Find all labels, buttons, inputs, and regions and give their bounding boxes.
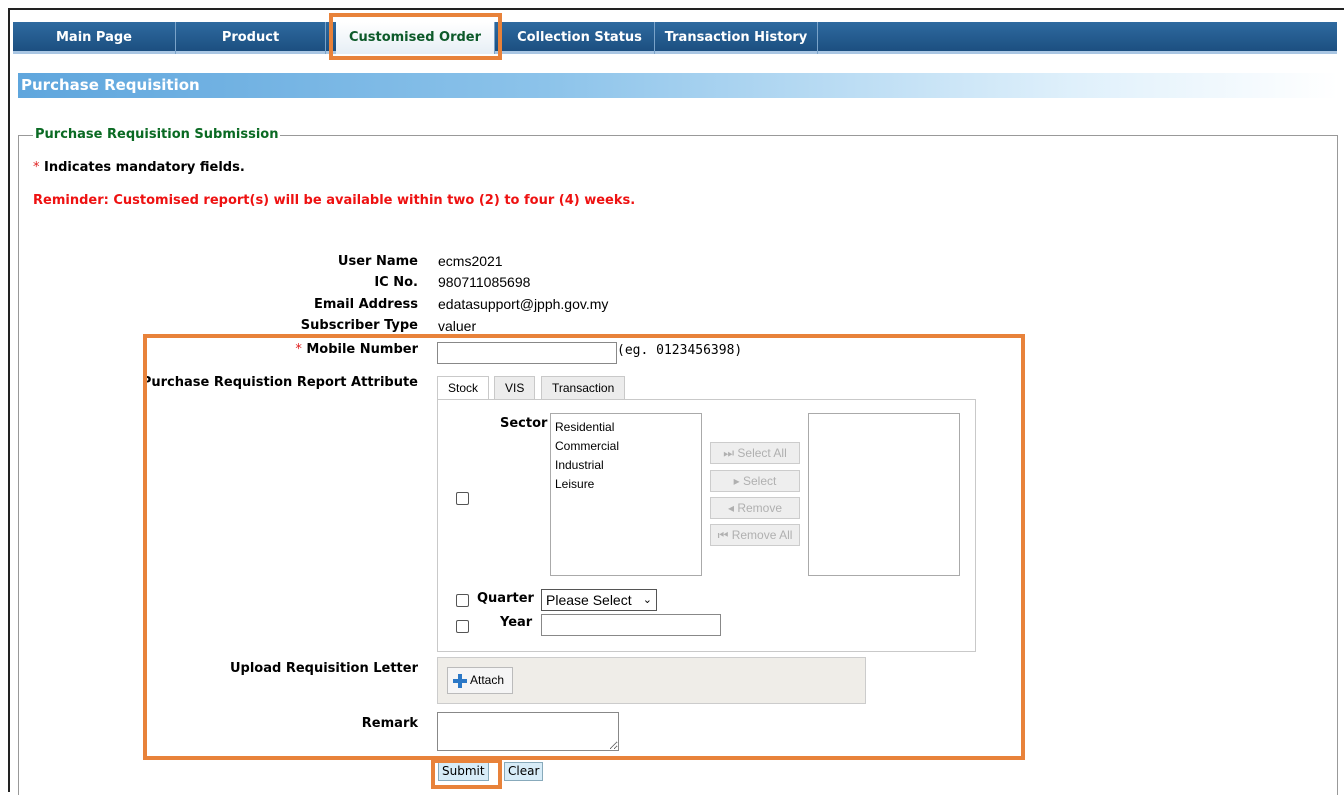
email-value: edatasupport@jpph.gov.my (438, 296, 609, 312)
upload-letter-label: Upload Requisition Letter (229, 661, 418, 676)
main-nav: Main Page Product Customised Order Colle… (13, 22, 1337, 54)
required-star: * (33, 160, 40, 175)
select-button-label: Select (743, 474, 777, 488)
year-checkbox[interactable] (456, 620, 469, 633)
nav-transaction-history[interactable]: Transaction History (655, 22, 818, 54)
report-attribute-label: Purchase Requistion Report Attribute (141, 375, 418, 390)
mandatory-text: Indicates mandatory fields. (44, 160, 245, 175)
tab-stock[interactable]: Stock (437, 376, 490, 400)
fieldset-legend: Purchase Requisition Submission (33, 127, 281, 142)
mobile-number-label: * Mobile Number (295, 342, 418, 357)
tab-transaction-data[interactable]: Transaction Data (541, 376, 626, 417)
section-title: Purchase Requisition (18, 73, 1338, 98)
select-all-button[interactable]: ⏭ Select All (710, 442, 800, 464)
sector-option[interactable]: Industrial (555, 456, 697, 475)
remove-button-label: Remove (737, 501, 783, 515)
remove-all-button[interactable]: ⏮ Remove All (710, 524, 800, 546)
quarter-checkbox[interactable] (456, 594, 469, 607)
email-label: Email Address (313, 297, 418, 312)
tab-vis[interactable]: VIS (494, 376, 536, 400)
select-button[interactable]: ▸ Select (710, 470, 800, 492)
clear-button[interactable]: Clear (504, 762, 544, 781)
sector-label: Sector (500, 416, 548, 431)
year-input[interactable] (541, 614, 721, 636)
remove-button[interactable]: ◂ Remove (710, 497, 800, 519)
remove-all-button-label: Remove All (731, 528, 793, 542)
attach-button-label: Attach (470, 673, 505, 687)
subscriber-type-value: valuer (438, 318, 477, 334)
ic-label: IC No. (374, 275, 418, 290)
remark-textarea[interactable] (437, 712, 619, 751)
sector-option[interactable]: Commercial (555, 437, 697, 456)
nav-customised-order[interactable]: Customised Order (336, 22, 495, 54)
mandatory-note: * Indicates mandatory fields. (33, 160, 245, 175)
remark-label: Remark (361, 716, 418, 731)
chevron-down-icon: ⌄ (642, 594, 652, 606)
quarter-select[interactable]: Please Select ⌄ (541, 589, 657, 611)
nav-collection-status[interactable]: Collection Status (505, 22, 655, 54)
reminder-text: Reminder: Customised report(s) will be a… (33, 193, 636, 208)
sector-option[interactable]: Residential (555, 418, 697, 437)
sector-available-list[interactable]: Residential Commercial Industrial Leisur… (550, 413, 702, 576)
year-label: Year (500, 615, 533, 630)
attach-button[interactable]: Attach (447, 667, 513, 694)
user-name-label: User Name (337, 254, 418, 269)
mobile-number-label-text: Mobile Number (306, 342, 418, 357)
ic-value: 980711085698 (438, 274, 531, 290)
select-all-button-label: Select All (737, 446, 787, 460)
subscriber-type-label: Subscriber Type (300, 318, 418, 333)
nav-product[interactable]: Product (176, 22, 326, 54)
plus-icon (453, 674, 467, 688)
sector-option[interactable]: Leisure (555, 475, 697, 494)
sector-checkbox[interactable] (456, 492, 469, 505)
user-name-value: ecms2021 (438, 253, 503, 269)
mobile-number-hint: (eg. 0123456398) (617, 343, 743, 358)
required-star: * (295, 342, 302, 357)
sector-selected-list[interactable] (808, 413, 960, 576)
submit-button[interactable]: Submit (438, 762, 489, 781)
quarter-label: Quarter (477, 591, 534, 606)
nav-main-page[interactable]: Main Page (13, 22, 176, 54)
mobile-number-input[interactable] (437, 342, 617, 364)
quarter-select-value: Please Select (546, 592, 632, 608)
